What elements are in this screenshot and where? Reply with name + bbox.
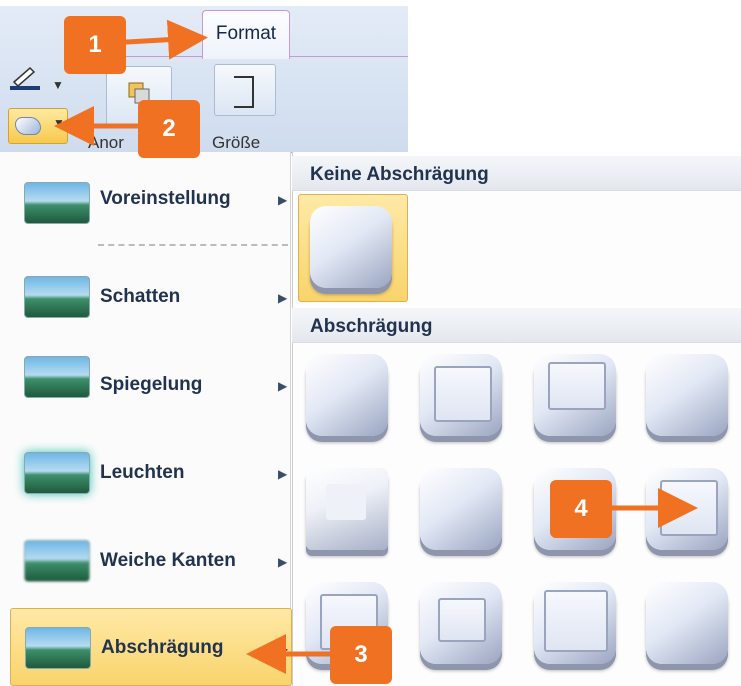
section-title: Abschrägung bbox=[310, 316, 433, 337]
submenu-arrow-icon: ▶ bbox=[278, 291, 288, 305]
bevel-option-cross-icon[interactable] bbox=[534, 354, 616, 436]
bevel-icon bbox=[25, 627, 91, 669]
bevel-option-cool-slant-icon[interactable] bbox=[646, 354, 728, 436]
menu-item-label: Leuchten bbox=[100, 462, 185, 483]
bevel-inner bbox=[438, 598, 486, 642]
menu-item-voreinstellung[interactable]: Voreinstellung ▶ bbox=[10, 160, 290, 242]
bevel-option-art-deco-icon[interactable] bbox=[646, 582, 728, 664]
shape-outline-icon[interactable] bbox=[10, 64, 40, 90]
bevel-inner bbox=[326, 484, 366, 520]
chevron-down-icon: ▼ bbox=[53, 116, 65, 130]
shape-effects-button[interactable]: ▼ bbox=[8, 108, 68, 144]
menu-item-schatten[interactable]: Schatten ▶ bbox=[10, 256, 290, 338]
bevel-option-circle-icon[interactable] bbox=[306, 354, 388, 436]
shape-effects-icon bbox=[15, 117, 41, 135]
bevel-inner bbox=[548, 362, 606, 410]
size-icon bbox=[234, 76, 254, 108]
glow-icon bbox=[24, 452, 90, 494]
bevel-inner bbox=[544, 590, 608, 652]
bevel-inner bbox=[660, 480, 718, 536]
menu-item-label: Spiegelung bbox=[100, 374, 203, 395]
bevel-inner bbox=[434, 366, 492, 422]
menu-item-label: Abschrägung bbox=[101, 637, 224, 658]
submenu-arrow-icon: ▶ bbox=[278, 555, 288, 569]
submenu-arrow-icon: ▶ bbox=[278, 467, 288, 481]
section-title: Keine Abschrägung bbox=[310, 164, 489, 185]
callout-1: 1 bbox=[64, 16, 126, 74]
menu-item-label: Voreinstellung bbox=[100, 188, 231, 209]
section-header-no-bevel: Keine Abschrägung bbox=[292, 156, 741, 191]
bevel-option-soft-round-icon[interactable] bbox=[420, 468, 502, 550]
menu-item-label: Schatten bbox=[100, 286, 181, 307]
chevron-down-icon[interactable]: ▼ bbox=[52, 78, 64, 92]
bevel-option-relaxed-inset-icon[interactable] bbox=[420, 354, 502, 436]
preset-icon bbox=[24, 182, 90, 224]
bevel-option-hard-edge-icon[interactable] bbox=[534, 582, 616, 664]
arrange-label: Anor bbox=[88, 133, 124, 152]
menu-item-label: Weiche Kanten bbox=[100, 550, 236, 571]
bevel-option-riblet-icon[interactable] bbox=[420, 582, 502, 664]
shadow-icon bbox=[24, 276, 90, 318]
soft-edges-icon bbox=[24, 540, 90, 582]
menu-item-spiegelung[interactable]: Spiegelung ▶ bbox=[10, 344, 290, 426]
submenu-arrow-icon: ▶ bbox=[279, 642, 289, 656]
ribbon-top-strip bbox=[0, 0, 741, 6]
callout-4: 4 bbox=[550, 480, 612, 538]
bevel-none-icon bbox=[310, 206, 392, 288]
size-label: Größe bbox=[212, 133, 261, 152]
callout-3: 3 bbox=[330, 626, 392, 684]
submenu-arrow-icon: ▶ bbox=[278, 379, 288, 393]
callout-2: 2 bbox=[138, 100, 200, 158]
bevel-option-slope-icon[interactable] bbox=[646, 468, 728, 550]
bevel-option-angle-icon[interactable] bbox=[306, 468, 388, 550]
menu-item-abschraegung[interactable]: Abschrägung ▶ bbox=[10, 608, 292, 686]
tab-format[interactable]: Format bbox=[202, 10, 290, 59]
reflection-icon bbox=[24, 356, 90, 398]
menu-item-leuchten[interactable]: Leuchten ▶ bbox=[10, 432, 290, 514]
tab-format-label: Format bbox=[215, 23, 277, 44]
section-header-bevel: Abschrägung bbox=[292, 308, 741, 343]
submenu-arrow-icon: ▶ bbox=[278, 193, 288, 207]
menu-item-weiche-kanten[interactable]: Weiche Kanten ▶ bbox=[10, 520, 290, 602]
menu-separator bbox=[98, 244, 288, 246]
